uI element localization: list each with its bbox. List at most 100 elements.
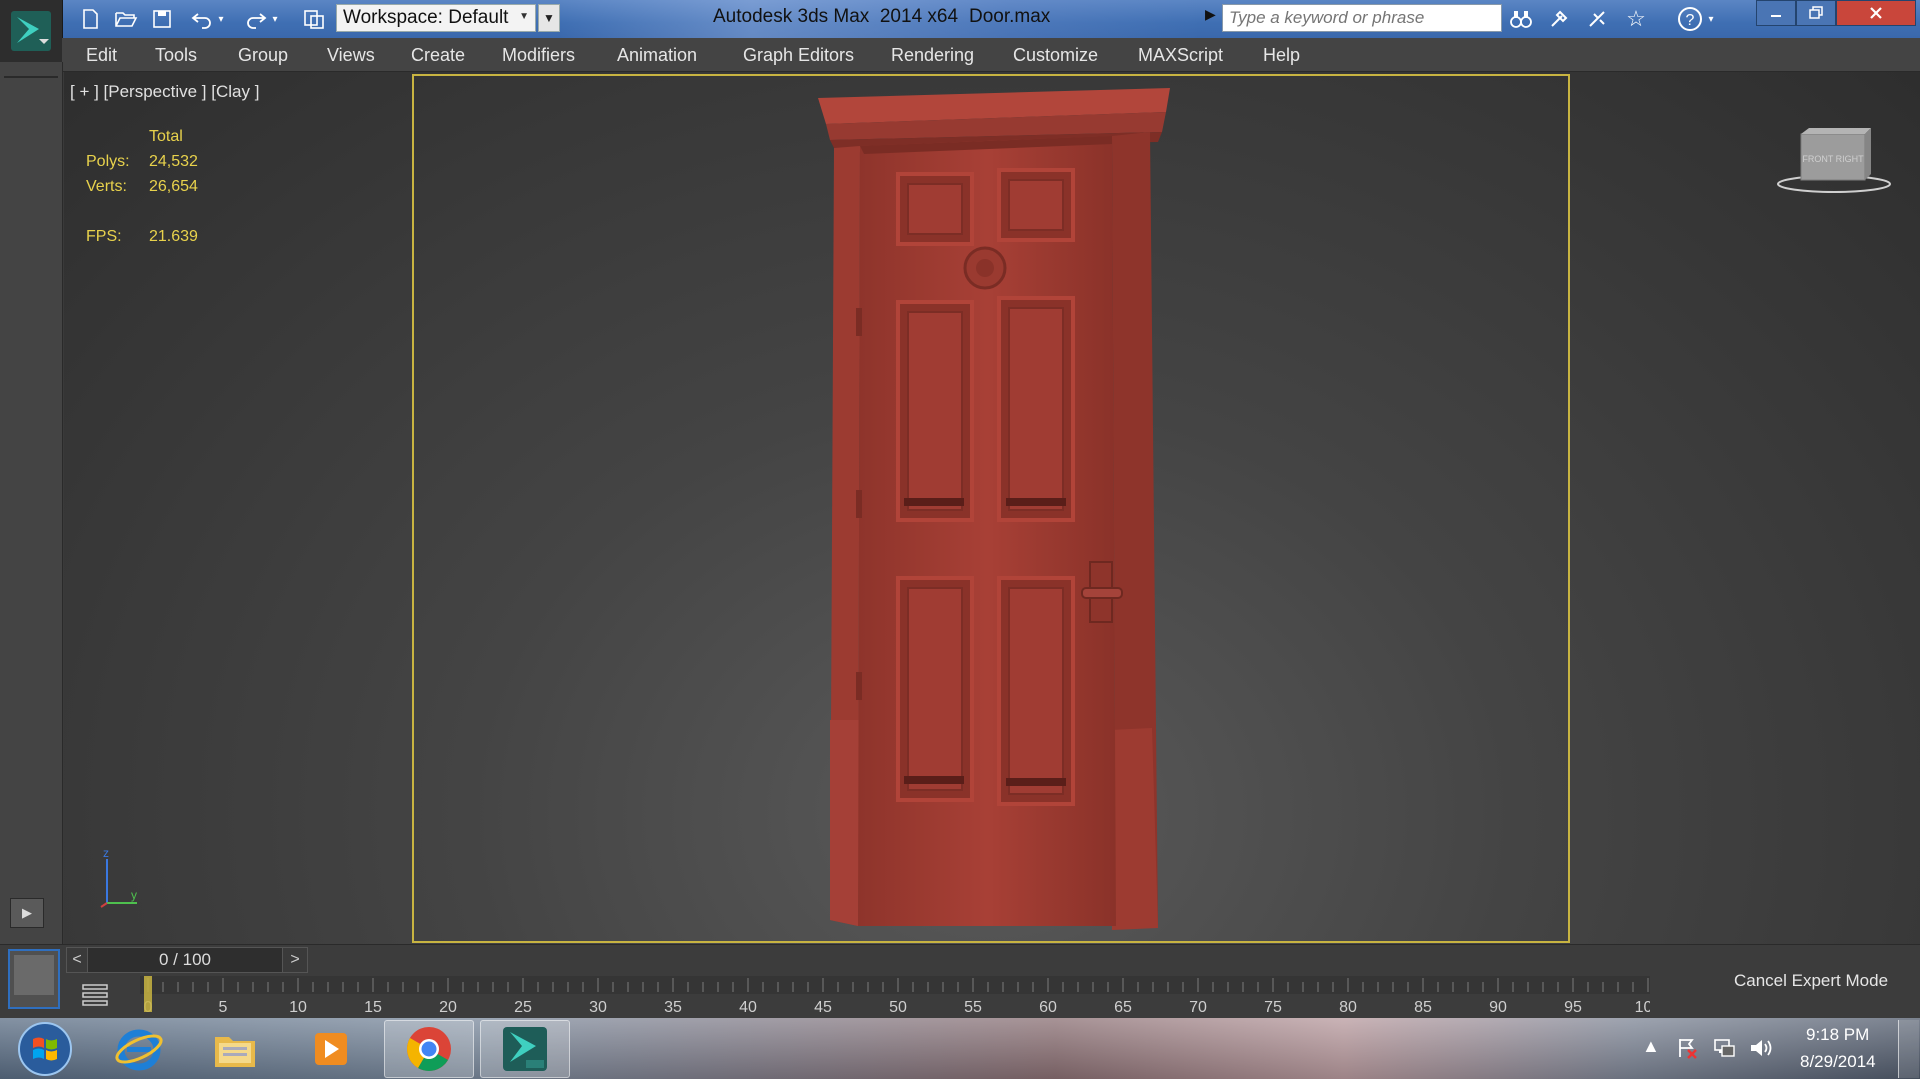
trackbar-tick-label: 50	[889, 999, 907, 1016]
clock-time[interactable]: 9:18 PM	[1806, 1025, 1869, 1045]
save-file-icon[interactable]	[148, 5, 176, 33]
workspace-dropdown[interactable]: Workspace: Default ▼	[336, 4, 536, 32]
trackbar-toggle-icon[interactable]	[80, 982, 110, 1010]
trackbar-tick-label: 60	[1039, 999, 1057, 1016]
trackbar-tick-label: 70	[1189, 999, 1207, 1016]
stats-verts-value: 26,654	[149, 178, 198, 195]
menu-tools[interactable]: Tools	[155, 45, 197, 66]
trackbar-tick-label: 40	[739, 999, 757, 1016]
folder-icon	[215, 1037, 255, 1067]
menu-rendering[interactable]: Rendering	[891, 45, 974, 66]
trackbar-tick-label: 25	[514, 999, 532, 1016]
trackbar-tick-label: 75	[1264, 999, 1282, 1016]
menu-help[interactable]: Help	[1263, 45, 1300, 66]
left-toolbar	[0, 62, 63, 947]
expand-panel-button[interactable]: ▶	[10, 898, 44, 928]
network-icon[interactable]	[1712, 1036, 1736, 1065]
menu-modifiers[interactable]: Modifiers	[502, 45, 575, 66]
menu-animation[interactable]: Animation	[617, 45, 697, 66]
close-button[interactable]	[1836, 0, 1916, 26]
undo-dropdown-icon[interactable]: ▾	[214, 5, 228, 33]
trackbar-tick-label: 5	[219, 999, 228, 1016]
redo-dropdown-icon[interactable]: ▾	[268, 5, 282, 33]
stats-polys-value: 24,532	[149, 153, 198, 170]
trackbar-tick-label: 85	[1414, 999, 1432, 1016]
axis-y-label: y	[131, 888, 137, 902]
trackbar-tick-label: 35	[664, 999, 682, 1016]
application-menu-button[interactable]	[0, 0, 63, 62]
open-file-icon[interactable]	[112, 5, 140, 33]
chevron-down-icon: ▼	[519, 11, 529, 22]
svg-text:FRONT RIGHT: FRONT RIGHT	[1802, 154, 1864, 164]
media-player-icon	[315, 1033, 347, 1065]
menu-edit[interactable]: Edit	[86, 45, 117, 66]
subscription-center-icon[interactable]	[1546, 6, 1574, 32]
taskbar-file-explorer[interactable]	[190, 1020, 280, 1078]
taskbar-3ds-max[interactable]	[480, 1020, 570, 1078]
viewport-label-menu[interactable]: [ + ] [Perspective ] [Clay ]	[70, 82, 259, 102]
search-expand-icon[interactable]: ▶	[1205, 6, 1216, 23]
svg-text:?: ?	[1686, 12, 1695, 29]
restore-button[interactable]	[1796, 0, 1836, 26]
help-icon[interactable]: ?	[1676, 6, 1704, 32]
show-hidden-icons-icon[interactable]: ▲	[1642, 1036, 1660, 1057]
time-slider-prev[interactable]: <	[66, 947, 88, 973]
clock-date[interactable]: 8/29/2014	[1800, 1052, 1876, 1072]
time-slider-next[interactable]: >	[282, 947, 308, 973]
trackbar-tick-label: 10	[289, 999, 307, 1016]
quick-access-customize-button[interactable]: ▼	[538, 4, 560, 32]
window-title: Autodesk 3ds Max 2014 x64	[713, 6, 959, 27]
new-file-icon[interactable]	[76, 5, 104, 33]
close-icon	[1870, 7, 1882, 19]
3ds-max-logo-icon	[11, 11, 51, 51]
favorites-star-icon[interactable]: ☆	[1622, 6, 1650, 32]
menu-maxscript[interactable]: MAXScript	[1138, 45, 1223, 66]
binoculars-icon[interactable]	[1507, 6, 1535, 32]
taskbar-media-player[interactable]	[286, 1020, 376, 1078]
safe-frame	[412, 74, 1570, 943]
viewcube-icon[interactable]: FRONT RIGHT	[1775, 122, 1893, 202]
trackbar-tick-label: 100	[1635, 999, 1650, 1016]
menu-views[interactable]: Views	[327, 45, 375, 66]
stats-total-header: Total	[149, 128, 183, 145]
taskbar-chrome[interactable]	[384, 1020, 474, 1078]
file-name: Door.max	[969, 6, 1051, 27]
play-icon: ▶	[22, 905, 32, 920]
workspace-label: Workspace: Default	[343, 7, 509, 28]
show-desktop-button[interactable]	[1898, 1020, 1919, 1078]
action-center-flag-icon[interactable]	[1675, 1036, 1699, 1065]
trackbar-tick-label: 65	[1114, 999, 1132, 1016]
current-frame-marker	[144, 976, 152, 1012]
trackbar-tick-label: 90	[1489, 999, 1507, 1016]
trackbar-tick-label: 80	[1339, 999, 1357, 1016]
search-input[interactable]	[1222, 4, 1502, 32]
minimize-button[interactable]	[1756, 0, 1796, 26]
project-folder-icon[interactable]	[300, 5, 328, 33]
trackbar[interactable]: 0510152025303540455055606570758085909510…	[140, 976, 1650, 1016]
trackbar-tick-label: 95	[1564, 999, 1582, 1016]
chrome-icon	[407, 1027, 451, 1071]
trackbar-tick-label: 15	[364, 999, 382, 1016]
minimize-icon	[1771, 15, 1781, 17]
trackbar-tick-label: 30	[589, 999, 607, 1016]
windows-start-orb-icon	[18, 1022, 72, 1076]
menu-customize[interactable]: Customize	[1013, 45, 1098, 66]
stats-fps-label: FPS:	[86, 228, 122, 245]
redo-icon[interactable]	[242, 5, 270, 33]
menu-group[interactable]: Group	[238, 45, 288, 66]
menu-create[interactable]: Create	[411, 45, 465, 66]
3ds-max-icon	[503, 1027, 547, 1071]
start-button[interactable]	[0, 1020, 90, 1078]
volume-icon[interactable]	[1748, 1036, 1774, 1065]
undo-icon[interactable]	[188, 5, 216, 33]
trackbar-tick-label: 55	[964, 999, 982, 1016]
help-dropdown-icon[interactable]: ▾	[1704, 6, 1718, 32]
mini-listener-button[interactable]	[8, 949, 60, 1009]
taskbar-internet-explorer[interactable]	[94, 1020, 184, 1078]
communication-center-icon[interactable]	[1584, 6, 1612, 32]
cancel-expert-mode-button[interactable]: Cancel Expert Mode	[1734, 971, 1888, 991]
stats-polys-label: Polys:	[86, 153, 130, 170]
stats-verts-label: Verts:	[86, 178, 127, 195]
axis-tripod-icon: z y	[100, 846, 137, 908]
menu-graph-editors[interactable]: Graph Editors	[743, 45, 854, 66]
